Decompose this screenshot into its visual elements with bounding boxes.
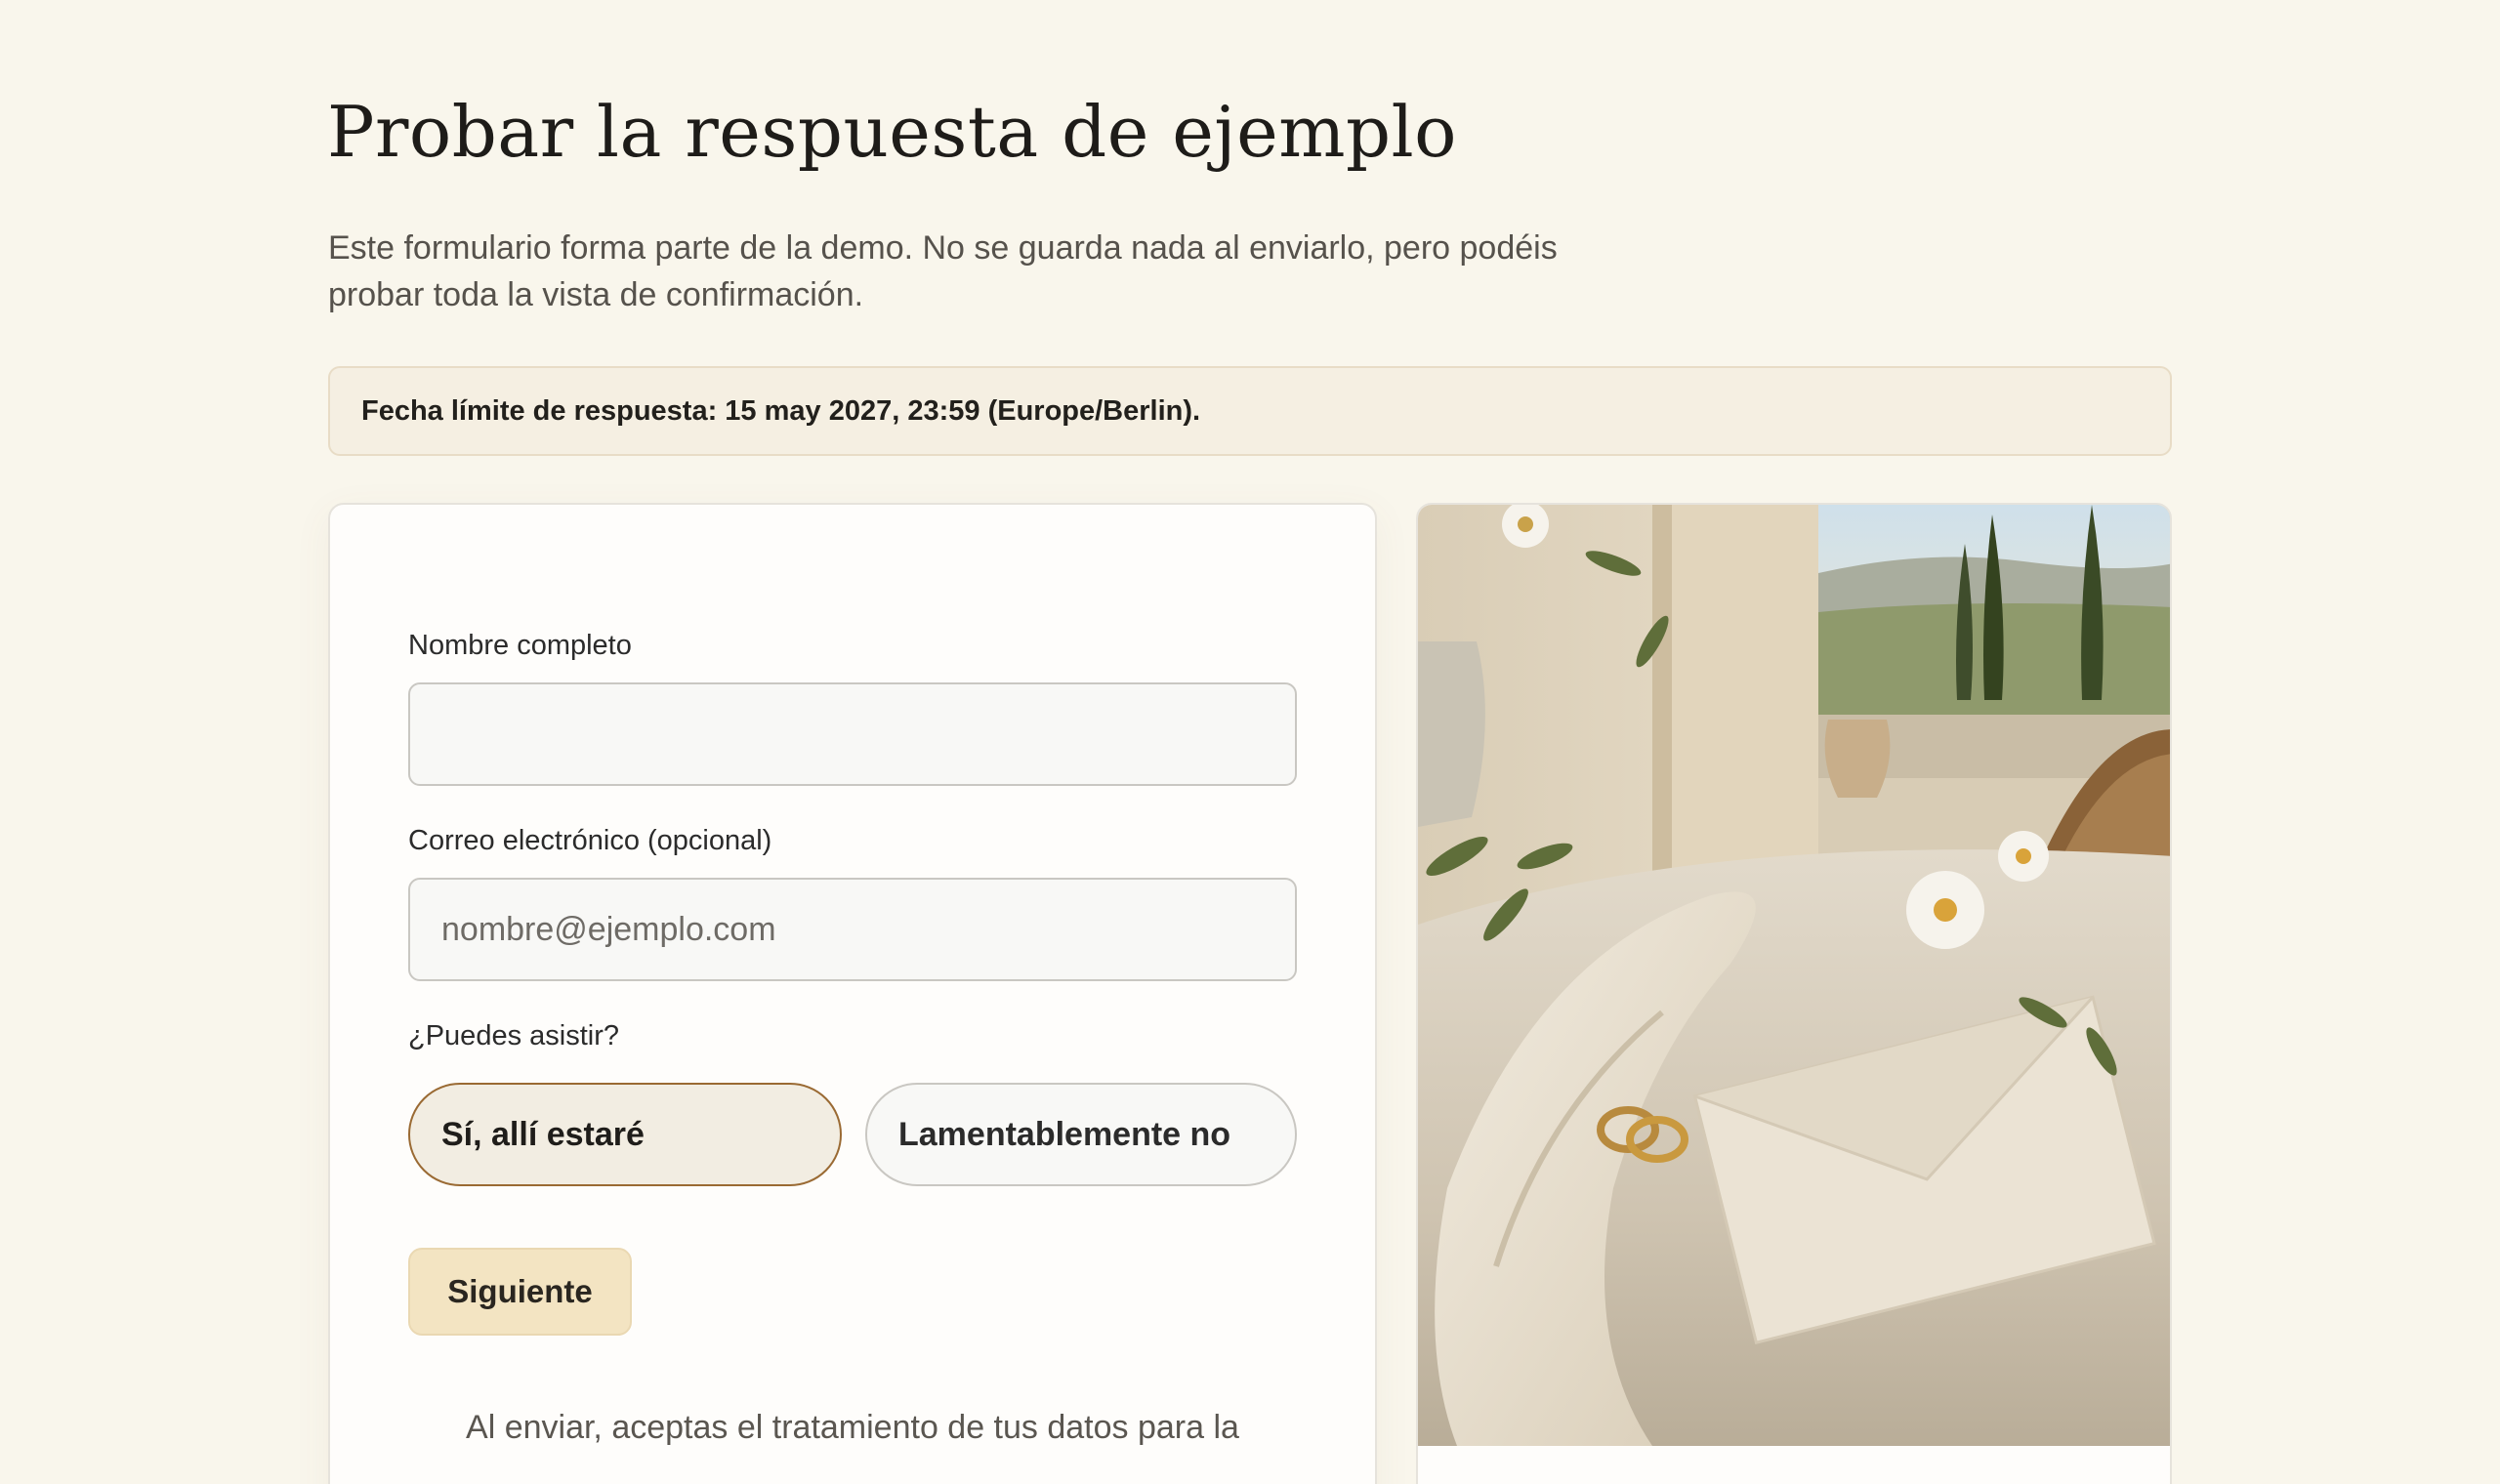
consent-text: Al enviar, aceptas el tratamiento de tus… xyxy=(466,1409,1239,1446)
email-label: Correo electrónico (opcional) xyxy=(408,825,772,856)
wedding-table-photo xyxy=(1418,505,2170,1446)
page-intro: Este formulario forma parte de la demo. … xyxy=(328,229,1558,313)
photo-card xyxy=(1416,503,2172,1484)
email-input[interactable] xyxy=(408,878,1297,981)
deadline-text: Fecha límite de respuesta: 15 may 2027, … xyxy=(361,394,1201,427)
name-label: Nombre completo xyxy=(408,630,632,661)
attend-no-option[interactable]: Lamentablemente no xyxy=(865,1083,1297,1186)
full-name-input[interactable] xyxy=(408,682,1297,786)
rsvp-form-card: Nombre completo Correo electrónico (opci… xyxy=(328,503,1377,1484)
page-title: Probar la respuesta de ejemplo xyxy=(327,91,1457,173)
attend-yes-option[interactable]: Sí, allí estaré xyxy=(408,1083,842,1186)
next-button[interactable]: Siguiente xyxy=(408,1248,632,1336)
attend-no-label: Lamentablemente no xyxy=(898,1115,1231,1153)
deadline-banner: Fecha límite de respuesta: 15 may 2027, … xyxy=(328,366,2172,456)
attend-yes-label: Sí, allí estaré xyxy=(441,1115,645,1153)
attend-label: ¿Puedes asistir? xyxy=(408,1020,619,1051)
